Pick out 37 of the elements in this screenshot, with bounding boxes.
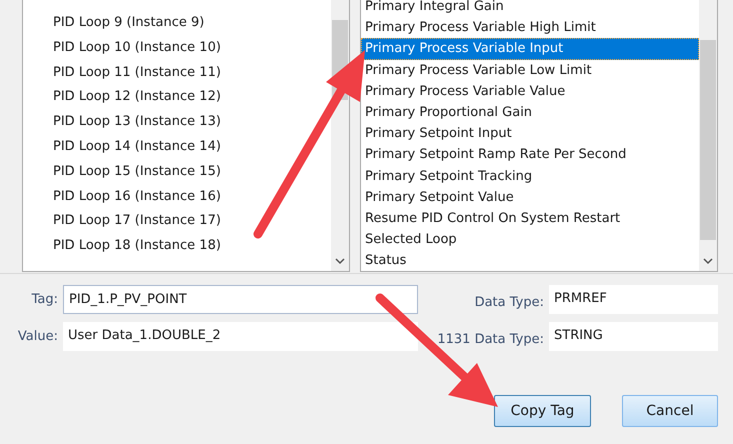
list-item[interactable]: Primary Setpoint Ramp Rate Per Second xyxy=(361,144,699,166)
list-item[interactable]: Status xyxy=(361,250,699,271)
field-label: Tag: xyxy=(30,290,58,309)
list-item[interactable]: Primary Process Variable Input xyxy=(361,38,699,60)
tag-field[interactable]: PID_1.P_PV_POINT xyxy=(63,285,418,314)
list-item[interactable]: PID Loop 14 (Instance 14) xyxy=(23,134,331,160)
list-item[interactable]: PID Loop 16 (Instance 16) xyxy=(23,184,331,210)
value-field: User Data_1.DOUBLE_2 xyxy=(63,322,418,351)
list-item[interactable]: Primary Process Variable Value xyxy=(361,80,699,102)
data-type-field: PRMREF xyxy=(549,285,718,314)
list-item[interactable]: Primary Setpoint Input xyxy=(361,123,699,144)
list-item[interactable]: Resume PID Control On System Restart xyxy=(361,208,699,230)
list-item[interactable]: PID Loop 18 (Instance 18) xyxy=(23,234,331,259)
list-item[interactable]: PID Loop 17 (Instance 17) xyxy=(23,209,331,234)
list-item[interactable]: Primary Process Variable High Limit xyxy=(361,17,699,38)
list-item[interactable]: Selected Loop xyxy=(361,229,699,250)
list-item[interactable]: Primary Setpoint Value xyxy=(361,186,699,208)
list-item[interactable]: Primary Setpoint Tracking xyxy=(361,166,699,187)
list-item[interactable]: PID Loop 13 (Instance 13) xyxy=(23,110,331,135)
field-label: Value: xyxy=(16,328,58,346)
list-item[interactable]: PID Loop 15 (Instance 15) xyxy=(23,160,331,185)
list-item[interactable]: Primary Process Variable Low Limit xyxy=(361,60,699,81)
scroll-thumb[interactable] xyxy=(700,40,716,240)
list-item[interactable]: PID Loop 11 (Instance 11) xyxy=(23,60,331,86)
data-type-field: STRING xyxy=(549,322,718,351)
scrollbar[interactable] xyxy=(699,0,717,271)
field-label: Data Type: xyxy=(474,294,544,312)
copy-tag-button[interactable]: Copy Tag xyxy=(494,395,591,427)
cancel-button[interactable]: Cancel xyxy=(622,395,718,427)
list-item[interactable]: Primary Integral Gain xyxy=(361,0,699,18)
list-item[interactable]: PID Loop 12 (Instance 12) xyxy=(23,85,331,110)
list-item[interactable]: Primary Proportional Gain xyxy=(361,102,699,124)
chevron-down-icon[interactable] xyxy=(703,257,713,265)
chevron-down-icon[interactable] xyxy=(335,257,345,265)
list-item[interactable]: PID Loop 9 (Instance 9) xyxy=(23,11,331,36)
field-label: 1131 Data Type: xyxy=(436,331,544,349)
list-item[interactable]: PID Loop 10 (Instance 10) xyxy=(23,36,331,61)
